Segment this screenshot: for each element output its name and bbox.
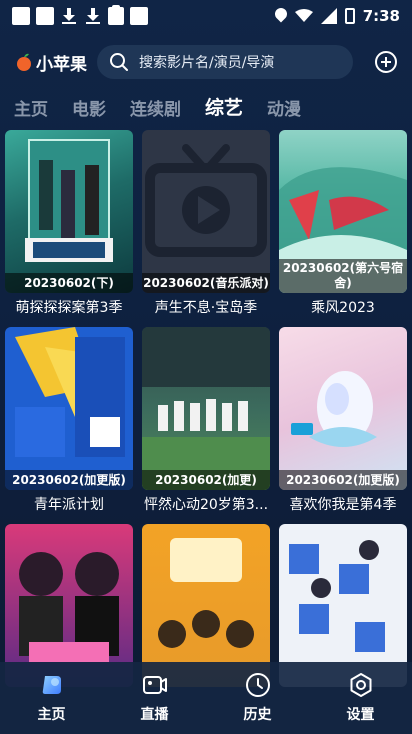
poster-image: 20230602(音乐派对) (142, 130, 270, 293)
nav-home[interactable]: 主页 (0, 662, 103, 734)
poster-image: 20230602(第六号宿舍) (279, 130, 407, 293)
apple-icon (17, 53, 31, 71)
show-card[interactable]: 20230602(第六号宿舍) 乘风2023 (279, 130, 407, 317)
search-icon (110, 53, 128, 71)
episode-caption: 20230602(音乐派对) (142, 273, 270, 293)
tab-anime[interactable]: 动漫 (267, 95, 301, 120)
download-icon (84, 7, 102, 25)
nav-settings[interactable]: 设置 (309, 662, 412, 734)
poster-art (15, 327, 125, 457)
show-title: 青年派计划 (34, 497, 104, 513)
nav-history[interactable]: 历史 (206, 662, 309, 734)
episode-caption: 20230602(加更版) (5, 470, 133, 490)
show-title: 萌探探探案第3季 (15, 300, 123, 316)
show-card[interactable]: 20230602(加更版) 青年派计划 (5, 327, 133, 514)
category-tabs: 主页 电影 连续剧 综艺 动漫 (14, 90, 301, 120)
show-card[interactable]: 20230602(加更) 怦然心动20岁第3... (142, 327, 270, 514)
app-name: 小苹果 (36, 54, 87, 75)
nav-history-label: 历史 (243, 707, 272, 723)
nav-settings-label: 设置 (346, 707, 375, 723)
episode-caption: 20230602(加更版) (279, 470, 407, 490)
clock-icon (245, 673, 270, 697)
app-screen: 7:38 小苹果 搜索影片名/演员/导演 主页 电影 连续剧 综艺 动漫 202… (0, 0, 412, 734)
show-card[interactable]: 20230602(下) 萌探探探案第3季 (5, 130, 133, 317)
download-icon (60, 7, 78, 25)
battery-icon (344, 8, 355, 24)
app-logo: 小苹果 (14, 50, 87, 75)
app-header: 小苹果 搜索影片名/演员/导演 (0, 44, 412, 80)
wifi-icon (294, 9, 313, 22)
signal-icon (320, 8, 337, 24)
clock-time: 7:38 (362, 7, 400, 25)
settings-icon (350, 673, 371, 697)
nav-live-label: 直播 (140, 707, 169, 723)
home-icon (42, 676, 61, 694)
show-card[interactable]: 20230602(加更版) 喜欢你我是第4季 (279, 327, 407, 514)
live-camera-icon (142, 676, 167, 694)
location-icon (275, 8, 287, 24)
poster-art (142, 327, 270, 490)
episode-caption: 20230602(第六号宿舍) (279, 259, 407, 293)
nav-home-label: 主页 (37, 707, 66, 723)
show-title: 声生不息·宝岛季 (154, 300, 258, 316)
tv-placeholder-icon (145, 144, 267, 257)
show-title: 怦然心动20岁第3... (143, 497, 269, 513)
notification-square-icon (36, 7, 54, 25)
notification-square-icon (12, 7, 30, 25)
clipboard-icon (108, 5, 124, 25)
plus-circle-icon[interactable] (374, 50, 398, 74)
tab-variety[interactable]: 综艺 (205, 93, 243, 120)
search-bar[interactable]: 搜索影片名/演员/导演 (97, 45, 353, 79)
tab-home[interactable]: 主页 (14, 95, 48, 120)
tab-series[interactable]: 连续剧 (130, 95, 181, 120)
poster-art (25, 139, 113, 262)
system-icons: 7:38 (275, 7, 400, 25)
poster-art (291, 371, 377, 447)
notification-square-icon (130, 7, 148, 25)
show-card[interactable]: 20230602(音乐派对) 声生不息·宝岛季 (142, 130, 270, 317)
search-placeholder: 搜索影片名/演员/导演 (139, 55, 275, 71)
poster-image: 20230602(加更) (142, 327, 270, 490)
nav-live[interactable]: 直播 (103, 662, 206, 734)
show-title: 乘风2023 (311, 300, 375, 316)
episode-caption: 20230602(下) (5, 273, 133, 293)
episode-caption: 20230602(加更) (142, 470, 270, 490)
poster-image: 20230602(加更版) (5, 327, 133, 490)
bottom-navigation: 主页 直播 历史 设置 (0, 662, 412, 734)
poster-image: 20230602(加更版) (279, 327, 407, 490)
show-title: 喜欢你我是第4季 (289, 497, 397, 513)
notification-icons (12, 5, 148, 25)
status-bar: 7:38 (0, 0, 412, 32)
poster-image: 20230602(下) (5, 130, 133, 293)
tab-movies[interactable]: 电影 (72, 95, 106, 120)
